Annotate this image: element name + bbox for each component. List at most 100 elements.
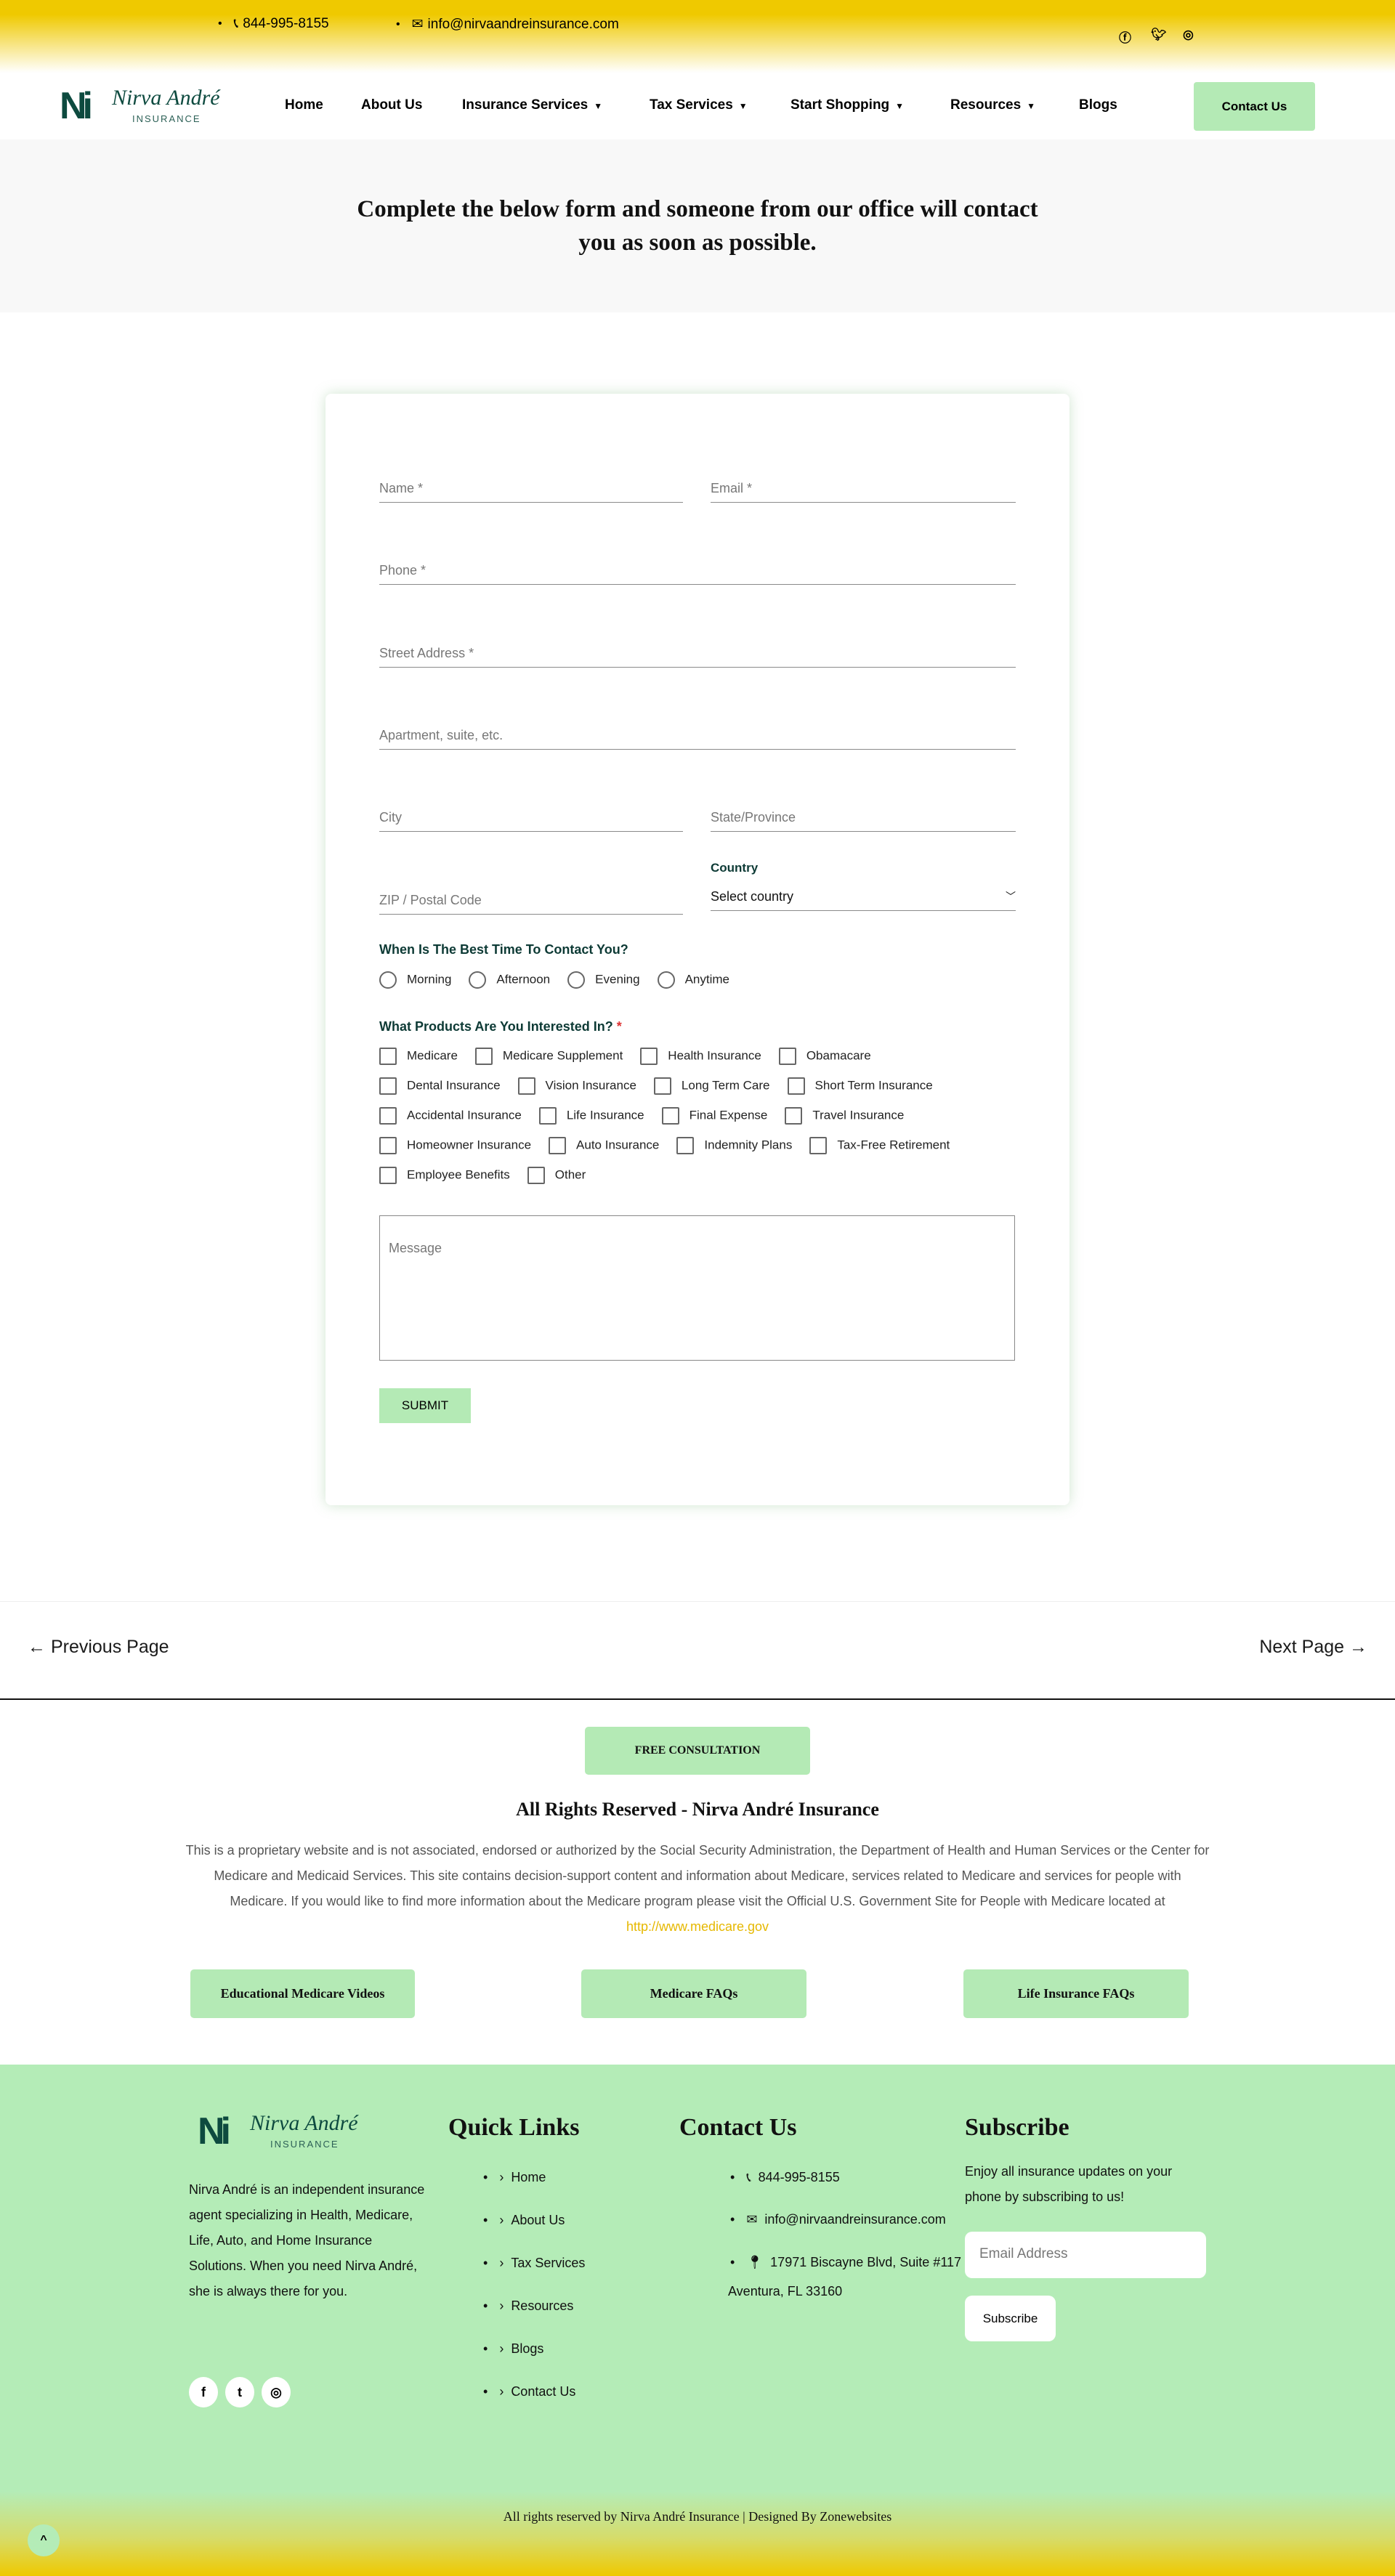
checkbox[interactable] <box>778 1048 796 1065</box>
educational-videos-button[interactable]: Educational Medicare Videos <box>190 1969 415 2018</box>
radio-afternoon[interactable]: Afternoon <box>469 971 550 989</box>
facebook-icon[interactable]: f <box>189 2377 218 2407</box>
nav-resources[interactable]: Resources ▼ <box>950 97 1035 113</box>
footer-logo[interactable]: Ni Nirva André INSURANCE <box>198 2108 365 2153</box>
radio-evening[interactable]: Evening <box>567 971 640 989</box>
product-checkbox[interactable]: Employee Benefits <box>379 1167 510 1184</box>
checkbox[interactable] <box>379 1137 397 1154</box>
medicare-link[interactable]: http://www.medicare.gov <box>626 1919 769 1934</box>
instagram-icon[interactable]: ◎ <box>262 2377 291 2407</box>
checkbox-row: Dental Insurance Vision Insurance Long Ter… <box>379 1077 933 1095</box>
nav-home[interactable]: Home <box>285 97 323 113</box>
radio-anytime[interactable]: Anytime <box>657 971 729 989</box>
checkbox-row: Accidental Insurance Life Insurance Final … <box>379 1107 904 1125</box>
nav-tax-services[interactable]: Tax Services ▼ <box>650 97 748 113</box>
medicare-faqs-button[interactable]: Medicare FAQs <box>581 1969 806 2018</box>
zip-field[interactable]: ZIP / Postal Code <box>379 886 683 915</box>
product-checkbox[interactable]: Long Term Care <box>653 1077 770 1095</box>
product-checkbox[interactable]: Indemnity Plans <box>676 1137 792 1154</box>
checkbox[interactable] <box>538 1107 557 1125</box>
life-insurance-faqs-button[interactable]: Life Insurance FAQs <box>963 1969 1189 2018</box>
contact-us-button[interactable]: Contact Us <box>1194 82 1315 131</box>
product-checkbox[interactable]: Tax-Free Retirement <box>809 1137 950 1154</box>
subscribe-email-input[interactable]: Email Address <box>965 2232 1206 2278</box>
rights-title: All Rights Reserved - Nirva André Insura… <box>516 1799 879 1820</box>
product-checkbox[interactable]: Medicare Supplement <box>474 1048 623 1065</box>
topbar-email[interactable]: ✉info@nirvaandreinsurance.com <box>396 16 619 33</box>
checkbox[interactable] <box>787 1077 805 1095</box>
quick-link[interactable]: ›Home <box>483 2170 546 2185</box>
twitter-icon[interactable]: 🐦︎ <box>1151 28 1167 42</box>
subscribe-text: Enjoy all insurance updates on your phon… <box>965 2164 1173 2204</box>
quick-link[interactable]: ›Tax Services <box>483 2256 585 2271</box>
product-checkbox[interactable]: Short Term Insurance <box>787 1077 933 1095</box>
product-checkbox[interactable]: Life Insurance <box>538 1107 644 1125</box>
contact-form: Name * Email * Phone * Street Address * … <box>326 394 1070 1505</box>
nav-start-shopping[interactable]: Start Shopping ▼ <box>790 97 904 113</box>
twitter-icon[interactable]: t <box>225 2377 254 2407</box>
checkbox[interactable] <box>676 1137 695 1154</box>
checkbox[interactable] <box>379 1167 397 1184</box>
map-pin-icon: 📍︎ <box>746 2255 764 2269</box>
quick-link[interactable]: ›About Us <box>483 2213 565 2228</box>
checkbox[interactable] <box>379 1077 397 1095</box>
product-checkbox[interactable]: Vision Insurance <box>517 1077 636 1095</box>
footer-address-line2: Aventura, FL 33160 <box>728 2284 843 2298</box>
city-field[interactable]: City <box>379 803 683 832</box>
quick-link[interactable]: ›Contact Us <box>483 2384 575 2399</box>
subscribe-title: Subscribe <box>965 2114 1070 2141</box>
product-checkbox[interactable]: Auto Insurance <box>549 1137 659 1154</box>
quick-link[interactable]: ›Resources <box>483 2298 573 2314</box>
checkbox[interactable] <box>474 1048 493 1065</box>
message-textarea[interactable]: Message <box>379 1215 1015 1361</box>
product-checkbox[interactable]: Obamacare <box>778 1048 871 1065</box>
logo[interactable]: Ni Nirva André INSURANCE <box>60 83 227 128</box>
bottom-bar: All rights reserved by Nirva André Insur… <box>0 2492 1395 2576</box>
radio-morning[interactable]: Morning <box>379 971 451 989</box>
submit-button[interactable]: SUBMIT <box>379 1388 471 1423</box>
main-nav: Ni Nirva André INSURANCE Home About Us I… <box>0 73 1395 139</box>
product-checkbox[interactable]: Other <box>527 1167 586 1184</box>
divider <box>0 1698 1395 1700</box>
nav-blogs[interactable]: Blogs <box>1079 97 1117 113</box>
checkbox[interactable] <box>661 1107 679 1125</box>
footer-email[interactable]: ✉info@nirvaandreinsurance.com <box>730 2212 946 2227</box>
facebook-icon[interactable]: ⓕ <box>1119 28 1131 46</box>
checkbox[interactable] <box>379 1048 397 1065</box>
name-field[interactable]: Name * <box>379 474 683 503</box>
instagram-icon[interactable]: ◎ <box>1183 28 1194 42</box>
footer-phone[interactable]: 📞︎844-995-8155 <box>730 2170 839 2185</box>
nav-insurance-services[interactable]: Insurance Services ▼ <box>462 97 602 113</box>
checkbox[interactable] <box>785 1107 803 1125</box>
checkbox[interactable] <box>517 1077 535 1095</box>
checkbox[interactable] <box>653 1077 671 1095</box>
subscribe-button[interactable]: Subscribe <box>965 2296 1056 2341</box>
free-consultation-button[interactable]: FREE CONSULTATION <box>585 1727 810 1775</box>
email-field[interactable]: Email * <box>711 474 1016 503</box>
product-checkbox[interactable]: Final Expense <box>661 1107 767 1125</box>
checkbox[interactable] <box>640 1048 658 1065</box>
next-page-link[interactable]: Next Page → <box>1259 1637 1367 1658</box>
product-checkbox[interactable]: Health Insurance <box>640 1048 761 1065</box>
contact-title: Contact Us <box>679 2114 797 2141</box>
phone-field[interactable]: Phone * <box>379 556 1016 585</box>
product-checkbox[interactable]: Accidental Insurance <box>379 1107 522 1125</box>
topbar-phone[interactable]: 📞︎844-995-8155 <box>218 16 329 32</box>
previous-page-link[interactable]: ← Previous Page <box>28 1637 169 1658</box>
scroll-top-button[interactable]: ^ <box>28 2524 60 2556</box>
quick-link[interactable]: ›Blogs <box>483 2341 543 2357</box>
country-select[interactable]: Select country ﹀ <box>711 882 1016 911</box>
product-checkbox[interactable]: Dental Insurance <box>379 1077 501 1095</box>
product-checkbox[interactable]: Travel Insurance <box>785 1107 904 1125</box>
product-checkbox[interactable]: Homeowner Insurance <box>379 1137 531 1154</box>
checkbox[interactable] <box>379 1107 397 1125</box>
state-field[interactable]: State/Province <box>711 803 1016 832</box>
footer: Ni Nirva André INSURANCE Nirva André is … <box>0 2065 1395 2576</box>
street-address-field[interactable]: Street Address * <box>379 639 1016 668</box>
checkbox[interactable] <box>549 1137 567 1154</box>
checkbox[interactable] <box>527 1167 545 1184</box>
apartment-field[interactable]: Apartment, suite, etc. <box>379 721 1016 750</box>
nav-about-us[interactable]: About Us <box>361 97 422 113</box>
product-checkbox[interactable]: Medicare <box>379 1048 458 1065</box>
checkbox[interactable] <box>809 1137 828 1154</box>
